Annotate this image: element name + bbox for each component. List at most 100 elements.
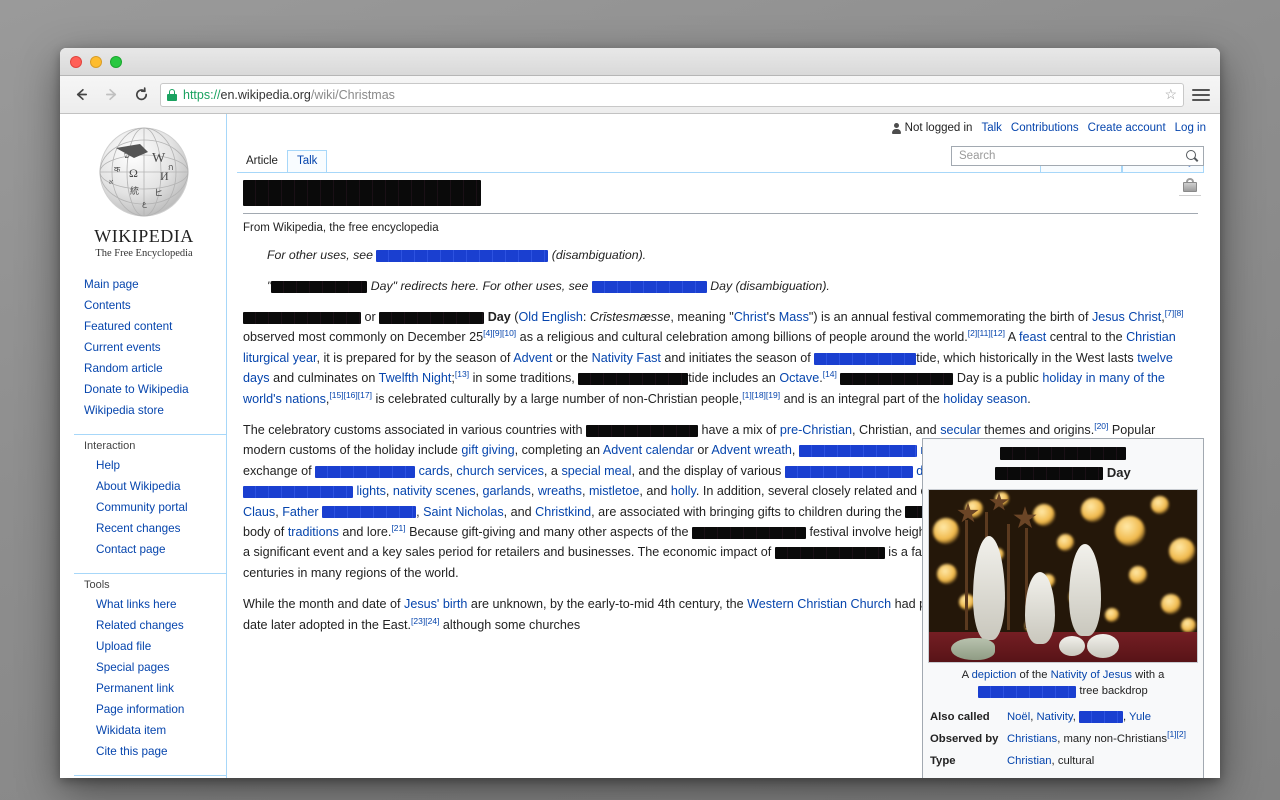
- sidebar-item-label[interactable]: Special pages: [96, 661, 169, 674]
- sidebar-item-label[interactable]: Contact page: [96, 543, 166, 556]
- maximize-window-button[interactable]: [110, 55, 122, 68]
- reference-marker[interactable]: [15][16][17]: [329, 389, 372, 399]
- sidebar-item[interactable]: Help: [74, 454, 226, 475]
- sidebar-item[interactable]: Page information: [74, 698, 226, 719]
- sidebar-item-label[interactable]: Featured content: [84, 320, 172, 333]
- sidebar-item-label[interactable]: Main page: [84, 278, 139, 291]
- redacted-link[interactable]: [814, 352, 917, 365]
- reference-link[interactable]: [20]: [1094, 421, 1108, 431]
- sidebar-item-label[interactable]: Community portal: [96, 501, 188, 514]
- browser-menu-icon[interactable]: [1192, 88, 1210, 101]
- reference-marker[interactable]: [21]: [391, 523, 405, 533]
- article-link[interactable]: pre-Christian: [780, 423, 852, 437]
- reference-link[interactable]: [21]: [391, 523, 405, 533]
- article-link[interactable]: church services: [456, 464, 544, 478]
- article-link[interactable]: Nativity of Jesus: [1051, 669, 1132, 681]
- article-link[interactable]: nativity scenes: [393, 484, 476, 498]
- reference-marker[interactable]: [2][11][12]: [968, 328, 1005, 338]
- article-link[interactable]: Father: [282, 505, 318, 519]
- article-link[interactable]: wreaths: [538, 484, 582, 498]
- sidebar-item[interactable]: Current events: [74, 336, 226, 357]
- sidebar-item[interactable]: Featured content: [74, 315, 226, 336]
- redacted-link[interactable]: [978, 685, 1077, 698]
- sidebar-item-label[interactable]: Contents: [84, 299, 131, 312]
- search-input[interactable]: [957, 149, 1186, 163]
- redacted-link[interactable]: [784, 465, 913, 478]
- search-icon[interactable]: [1186, 150, 1198, 162]
- article-link[interactable]: secular: [940, 423, 981, 437]
- reference-marker[interactable]: [23][24]: [411, 615, 439, 625]
- back-button[interactable]: [70, 84, 92, 106]
- reference-link[interactable]: [23][24]: [411, 615, 439, 625]
- sidebar-item[interactable]: Contact page: [74, 538, 226, 559]
- sidebar-item[interactable]: Special pages: [74, 656, 226, 677]
- close-window-button[interactable]: [70, 55, 82, 68]
- sidebar-item[interactable]: Permanent link: [74, 677, 226, 698]
- reference-link[interactable]: [1][18][19]: [742, 389, 780, 399]
- article-link[interactable]: cards: [419, 464, 450, 478]
- sidebar-item[interactable]: Upload file: [74, 635, 226, 656]
- reference-link[interactable]: [2][11][12]: [968, 328, 1005, 338]
- article-link[interactable]: Nativity: [1036, 711, 1072, 723]
- reference-marker[interactable]: [13]: [455, 369, 469, 379]
- sidebar-item-label[interactable]: Page information: [96, 703, 184, 716]
- redacted-link[interactable]: [1078, 710, 1123, 723]
- article-link[interactable]: depiction: [972, 669, 1017, 681]
- article-link[interactable]: holly: [671, 484, 696, 498]
- search-box[interactable]: [951, 146, 1204, 166]
- article-link[interactable]: Advent: [513, 351, 552, 365]
- article-link[interactable]: Noël: [1007, 711, 1030, 723]
- sidebar-item-label[interactable]: Random article: [84, 362, 163, 375]
- article-link[interactable]: gift giving: [461, 443, 514, 457]
- article-link[interactable]: Jesus Christ: [1092, 310, 1161, 324]
- article-link[interactable]: feast: [1019, 330, 1046, 344]
- reference-marker[interactable]: [1][18][19]: [742, 389, 780, 399]
- sidebar-item-label[interactable]: Related changes: [96, 619, 184, 632]
- tab-article[interactable]: Article: [237, 151, 287, 172]
- sidebar-item-label[interactable]: Recent changes: [96, 522, 180, 535]
- sidebar-item[interactable]: Wikipedia store: [74, 399, 226, 420]
- sidebar-item[interactable]: Contents: [74, 294, 226, 315]
- article-link[interactable]: Old English: [519, 310, 583, 324]
- redacted-link[interactable]: [315, 465, 416, 478]
- article-link[interactable]: holiday season: [943, 392, 1027, 406]
- sidebar-item[interactable]: Community portal: [74, 496, 226, 517]
- article-link[interactable]: Twelfth Night: [379, 371, 452, 385]
- forward-button[interactable]: [100, 84, 122, 106]
- reference-link[interactable]: [1][2]: [1167, 729, 1186, 739]
- reference-marker[interactable]: [4][9][10]: [483, 328, 516, 338]
- article-link[interactable]: Advent calendar: [603, 443, 694, 457]
- address-bar[interactable]: https://en.wikipedia.org/wiki/Christmas …: [160, 82, 1184, 107]
- sidebar-item[interactable]: About Wikipedia: [74, 475, 226, 496]
- redacted-link[interactable]: [322, 506, 417, 519]
- article-link[interactable]: Jesus' birth: [404, 597, 467, 611]
- redacted-link[interactable]: [376, 249, 549, 262]
- article-link[interactable]: Yule: [1129, 711, 1151, 723]
- sidebar-item[interactable]: What links here: [74, 593, 226, 614]
- reference-link[interactable]: [7][8]: [1165, 308, 1184, 318]
- reference-marker[interactable]: [7][8]: [1165, 308, 1184, 318]
- reference-link[interactable]: [4][9][10]: [483, 328, 516, 338]
- article-link[interactable]: Octave: [779, 371, 819, 385]
- sidebar-item-label[interactable]: Permanent link: [96, 682, 174, 695]
- article-link[interactable]: Christ: [734, 310, 767, 324]
- sidebar-item-label[interactable]: Wikipedia store: [84, 404, 164, 417]
- sidebar-item[interactable]: Random article: [74, 357, 226, 378]
- article-link[interactable]: lights: [357, 484, 386, 498]
- sidebar-item[interactable]: Recent changes: [74, 517, 226, 538]
- reference-marker[interactable]: [14]: [823, 369, 837, 379]
- sidebar-item-label[interactable]: Upload file: [96, 640, 151, 653]
- sidebar-item-label[interactable]: Wikidata item: [96, 724, 166, 737]
- reference-link[interactable]: [14]: [823, 369, 837, 379]
- infobox-image-nativity-scene[interactable]: [928, 489, 1198, 664]
- reference-link[interactable]: [15][16][17]: [329, 389, 372, 399]
- wikipedia-logo[interactable]: W Ω И ש ก 統 ヒ क ع א WIKIPEDIA The Free E…: [74, 122, 214, 259]
- reload-button[interactable]: [130, 84, 152, 106]
- sidebar-item-label[interactable]: Help: [96, 459, 120, 472]
- article-link[interactable]: garlands: [483, 484, 531, 498]
- sidebar-item-label[interactable]: Donate to Wikipedia: [84, 383, 189, 396]
- sidebar-item-label[interactable]: About Wikipedia: [96, 480, 180, 493]
- article-link[interactable]: traditions: [288, 525, 339, 539]
- minimize-window-button[interactable]: [90, 55, 102, 68]
- tab-talk[interactable]: Talk: [286, 150, 328, 172]
